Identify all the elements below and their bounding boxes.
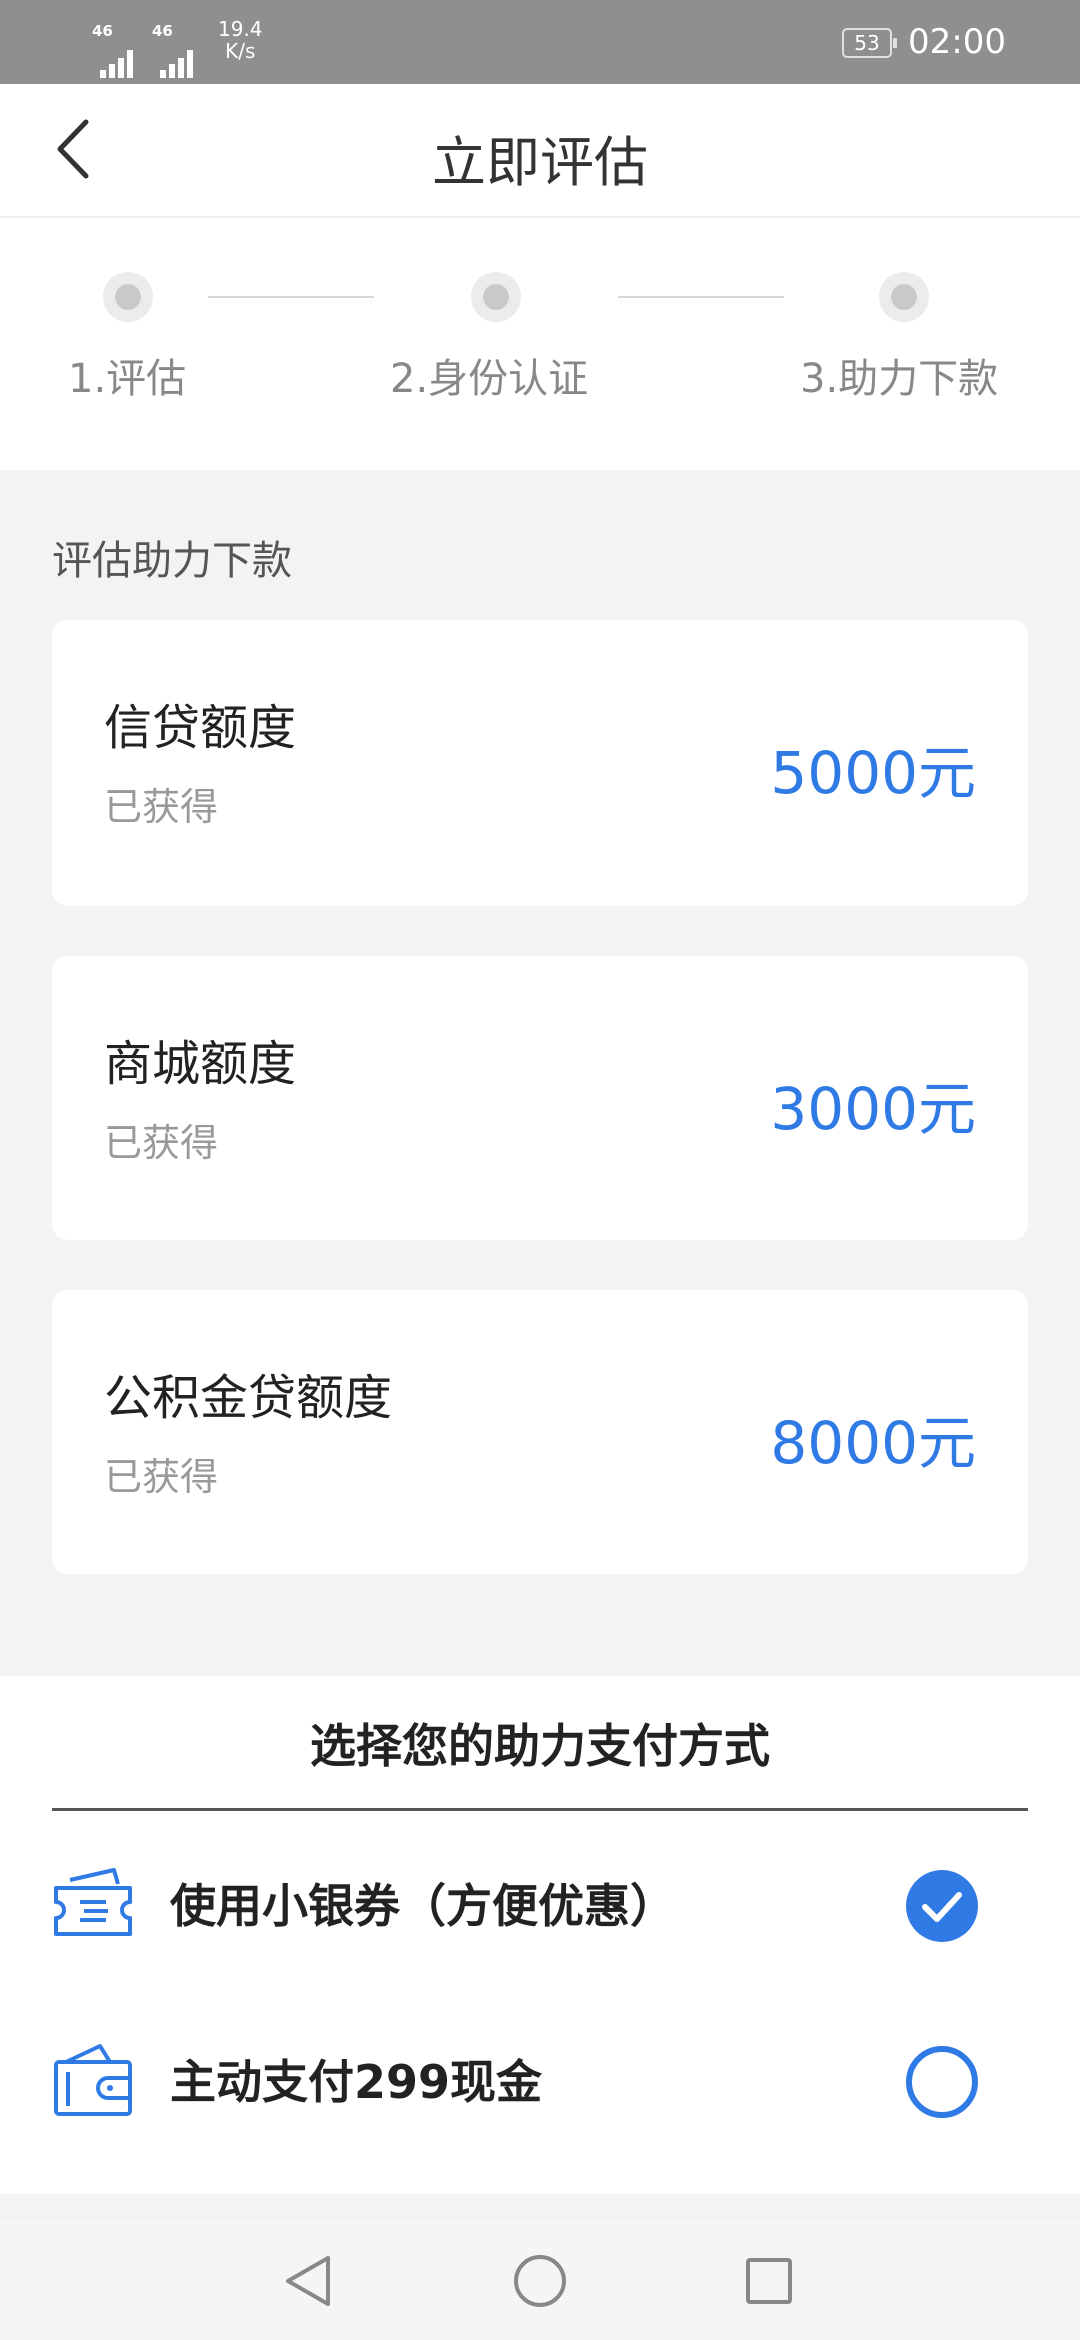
radio-checked-icon[interactable]: [904, 1868, 980, 1944]
step-connector: [208, 296, 374, 298]
battery-level: 53: [854, 31, 880, 55]
nav-recents-button[interactable]: [734, 2246, 804, 2316]
signal-bars-icon: [156, 44, 200, 78]
quota-card-credit: 信贷额度 已获得 5000元: [52, 620, 1028, 906]
ticket-icon: [50, 1862, 136, 1948]
card-title: 信贷额度: [104, 700, 297, 756]
payment-option-label: 主动支付299现金: [170, 2055, 543, 2109]
clock: 02:00: [908, 22, 1006, 62]
card-title: 商城额度: [104, 1036, 297, 1092]
page-title: 立即评估: [432, 131, 648, 194]
payment-option-cash[interactable]: 主动支付299现金: [0, 2016, 1080, 2136]
network-speed: 19.4 K/s: [218, 17, 263, 63]
card-amount: 5000元: [770, 739, 976, 807]
nav-home-icon: [514, 2255, 566, 2307]
nav-home-button[interactable]: [505, 2246, 575, 2316]
section-title: 评估助力下款: [52, 538, 292, 584]
divider: [52, 1808, 1028, 1811]
quota-card-fund: 公积金贷额度 已获得 8000元: [52, 1290, 1028, 1574]
card-status: 已获得: [104, 1455, 219, 1499]
network-type-label: 46: [92, 22, 113, 40]
header: 立即评估: [0, 84, 1080, 218]
payment-option-label: 使用小银券（方便优惠）: [170, 1879, 676, 1933]
step-progress: 1.评估 2.身份认证 3.助力下款: [0, 218, 1080, 470]
step-connector: [618, 296, 784, 298]
payment-option-ticket[interactable]: 使用小银券（方便优惠）: [0, 1840, 1080, 1960]
step-dot-2: [471, 272, 521, 322]
signal-bars-icon: [96, 44, 140, 78]
status-bar: 46 46 19.4 K/s 53 02:00: [0, 0, 1080, 84]
step-label-2: 2.身份认证: [390, 356, 589, 402]
quota-card-mall: 商城额度 已获得 3000元: [52, 956, 1028, 1240]
system-nav-bar: [0, 2220, 1080, 2340]
step-label-3: 3.助力下款: [800, 356, 999, 402]
card-amount: 8000元: [770, 1409, 976, 1477]
card-title: 公积金贷额度: [104, 1370, 393, 1426]
card-status: 已获得: [104, 1121, 219, 1165]
nav-recents-icon: [746, 2258, 792, 2304]
payment-panel: 选择您的助力支付方式 使用小银券（方便优惠） 主动支付299现金: [0, 1676, 1080, 2194]
payment-title: 选择您的助力支付方式: [310, 1719, 770, 1773]
card-amount: 3000元: [770, 1075, 976, 1143]
nav-back-icon: [286, 2256, 330, 2306]
wallet-icon: [50, 2038, 136, 2124]
radio-unchecked-icon[interactable]: [904, 2044, 980, 2120]
nav-back-button[interactable]: [274, 2246, 344, 2316]
network-type-label: 46: [152, 22, 173, 40]
step-dot-3: [879, 272, 929, 322]
battery-icon: 53: [842, 28, 897, 58]
step-dot-1: [103, 272, 153, 322]
step-label-1: 1.评估: [68, 356, 187, 402]
screen: 46 46 19.4 K/s 53 02:00 立即评估 1.评估 2.身份认证…: [0, 0, 1080, 2340]
card-status: 已获得: [104, 785, 219, 829]
